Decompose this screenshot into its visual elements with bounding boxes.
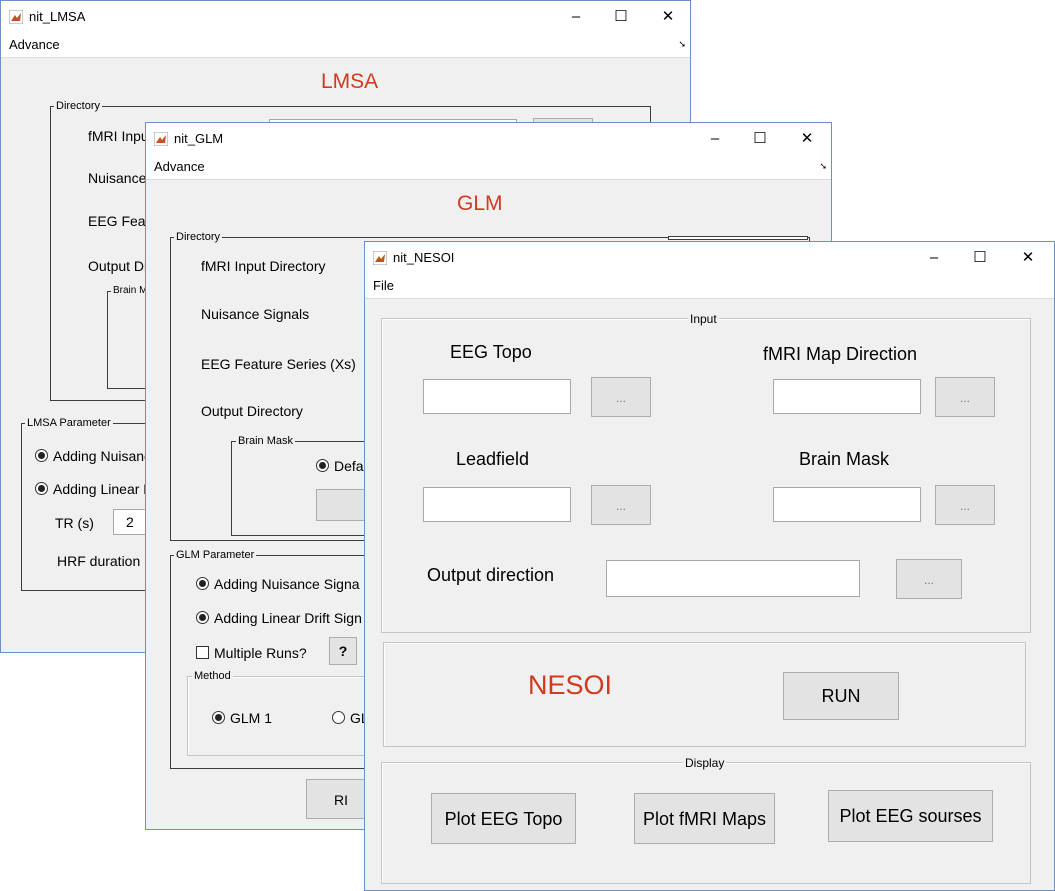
- plot-eeg-sources-text: Plot EEG sourses: [839, 806, 982, 826]
- nesoi-fmri-map-browse[interactable]: ...: [935, 377, 995, 417]
- nesoi-run-button-text: RUN: [821, 686, 861, 706]
- nesoi-brain-mask-input[interactable]: [773, 487, 921, 522]
- glm-radio-nuisance[interactable]: Adding Nuisance Signa: [196, 576, 360, 592]
- lmsa-tr-value: 2: [126, 514, 134, 530]
- lmsa-menubar: Advance ➘: [1, 33, 690, 58]
- lmsa-radio-drift-text: Adding Linear D: [53, 481, 154, 497]
- matlab-icon: [9, 10, 23, 24]
- nesoi-run-panel: [383, 642, 1026, 747]
- nesoi-window-title: nit_NESOI: [393, 250, 455, 265]
- nesoi-display-label: Display: [683, 756, 727, 770]
- menu-overflow-icon[interactable]: ➘: [678, 39, 686, 50]
- glm-multiple-runs-text: Multiple Runs?: [214, 645, 307, 661]
- glm-radio-nuisance-text: Adding Nuisance Signa: [214, 576, 360, 592]
- glm-multiple-runs[interactable]: Multiple Runs?: [196, 645, 307, 661]
- lmsa-window-title: nit_LMSA: [29, 9, 86, 24]
- nesoi-run-button[interactable]: RUN: [783, 672, 899, 720]
- nesoi-output-browse[interactable]: ...: [896, 559, 962, 599]
- close-icon[interactable]: ✕: [657, 6, 679, 28]
- lmsa-hrf-label: HRF duration (: [57, 553, 149, 569]
- nesoi-leadfield-browse[interactable]: ...: [591, 485, 651, 525]
- plot-fmri-maps-button[interactable]: Plot fMRI Maps: [634, 793, 775, 844]
- lmsa-eeg-label: EEG Fea: [88, 213, 146, 229]
- nesoi-eeg-topo-browse[interactable]: ...: [591, 377, 651, 417]
- nesoi-fmri-map-input[interactable]: [773, 379, 921, 414]
- glm-method-label: Method: [192, 670, 233, 682]
- menu-advance[interactable]: Advance: [9, 37, 60, 52]
- radio-selected-icon: [35, 482, 48, 495]
- nesoi-eeg-topo-label: EEG Topo: [450, 342, 532, 362]
- nesoi-heading: NESOI: [528, 670, 613, 700]
- radio-selected-icon: [212, 711, 225, 724]
- glm-fmri-label: fMRI Input Directory: [201, 258, 326, 274]
- glm-directory-label: Directory: [174, 231, 223, 243]
- matlab-icon: [154, 132, 168, 146]
- glm-output-label: Output Directory: [201, 403, 303, 419]
- lmsa-radio-nuisance-text: Adding Nuisanc: [53, 448, 152, 464]
- plot-eeg-sources-button[interactable]: Plot EEG sourses: [828, 790, 993, 842]
- radio-selected-icon: [316, 459, 329, 472]
- lmsa-directory-label: Directory: [54, 100, 103, 112]
- checkbox-icon: [196, 646, 209, 659]
- radio-selected-icon: [196, 577, 209, 590]
- glm-brain-mask-default[interactable]: Defa: [316, 458, 364, 474]
- glm-nuisance-label: Nuisance Signals: [201, 306, 310, 322]
- lmsa-parameter-label: LMSA Parameter: [25, 417, 113, 429]
- lmsa-titlebar[interactable]: nit_LMSA – ☐ ✕: [1, 1, 690, 33]
- glm-help-button[interactable]: ?: [329, 637, 357, 665]
- nesoi-leadfield-input[interactable]: [423, 487, 571, 522]
- menu-overflow-icon[interactable]: ➘: [819, 161, 827, 172]
- glm-window-title: nit_GLM: [174, 131, 224, 146]
- lmsa-fmri-label: fMRI Input: [88, 128, 153, 144]
- plot-eeg-topo-button[interactable]: Plot EEG Topo: [431, 793, 576, 844]
- nesoi-output-label: Output direction: [427, 565, 555, 585]
- minimize-icon[interactable]: –: [704, 128, 726, 150]
- menu-advance[interactable]: Advance: [154, 159, 205, 174]
- menu-file[interactable]: File: [373, 278, 394, 293]
- glm-radio-drift[interactable]: Adding Linear Drift Sign: [196, 610, 362, 626]
- glm-parameter-label: GLM Parameter: [174, 549, 257, 561]
- radio-selected-icon: [196, 611, 209, 624]
- nesoi-leadfield-label: Leadfield: [456, 449, 530, 469]
- glm-heading: GLM: [457, 192, 503, 215]
- glm-titlebar[interactable]: nit_GLM – ☐ ✕: [146, 123, 831, 155]
- glm-method-glm1-text: GLM 1: [230, 710, 273, 726]
- plot-fmri-maps-text: Plot fMRI Maps: [642, 809, 767, 829]
- nesoi-brain-mask-browse[interactable]: ...: [935, 485, 995, 525]
- glm-brain-mask-label: Brain Mask: [236, 435, 296, 447]
- glm-run-button-text: RI: [334, 792, 348, 808]
- nesoi-menubar: File: [365, 274, 1054, 299]
- nesoi-eeg-topo-input[interactable]: [423, 379, 571, 414]
- glm-fmri-input[interactable]: [668, 236, 808, 240]
- lmsa-radio-nuisance[interactable]: Adding Nuisanc: [35, 448, 151, 464]
- radio-selected-icon: [35, 449, 48, 462]
- glm-eeg-label: EEG Feature Series (Xs): [201, 356, 356, 372]
- close-icon[interactable]: ✕: [1017, 247, 1039, 269]
- minimize-icon[interactable]: –: [565, 6, 587, 28]
- glm-brain-mask-default-text: Defa: [334, 458, 364, 474]
- maximize-icon[interactable]: ☐: [610, 6, 632, 28]
- lmsa-nuisance-label: Nuisance: [88, 170, 147, 186]
- lmsa-tr-label: TR (s): [55, 515, 94, 531]
- glm-radio-drift-text: Adding Linear Drift Sign: [214, 610, 362, 626]
- radio-unselected-icon: [332, 711, 345, 724]
- lmsa-output-label: Output Di: [88, 258, 148, 274]
- plot-eeg-topo-text: Plot EEG Topo: [444, 809, 563, 829]
- lmsa-radio-drift[interactable]: Adding Linear D: [35, 481, 153, 497]
- nesoi-input-label: Input: [688, 312, 719, 326]
- maximize-icon[interactable]: ☐: [969, 247, 991, 269]
- minimize-icon[interactable]: –: [923, 247, 945, 269]
- lmsa-brain-mask-label: Brain M: [111, 285, 150, 296]
- nesoi-output-input[interactable]: [606, 560, 860, 597]
- close-icon[interactable]: ✕: [796, 128, 818, 150]
- maximize-icon[interactable]: ☐: [749, 128, 771, 150]
- glm-menubar: Advance ➘: [146, 155, 831, 180]
- nesoi-titlebar[interactable]: nit_NESOI – ☐ ✕: [365, 242, 1054, 274]
- lmsa-heading: LMSA: [321, 70, 379, 93]
- nesoi-brain-mask-label: Brain Mask: [799, 449, 890, 469]
- glm-method-glm1[interactable]: GLM 1: [212, 710, 272, 726]
- nesoi-fmri-map-label: fMRI Map Direction: [763, 344, 918, 364]
- nesoi-window: nit_NESOI – ☐ ✕ File Input EEG Topo ... …: [364, 241, 1055, 891]
- matlab-icon: [373, 251, 387, 265]
